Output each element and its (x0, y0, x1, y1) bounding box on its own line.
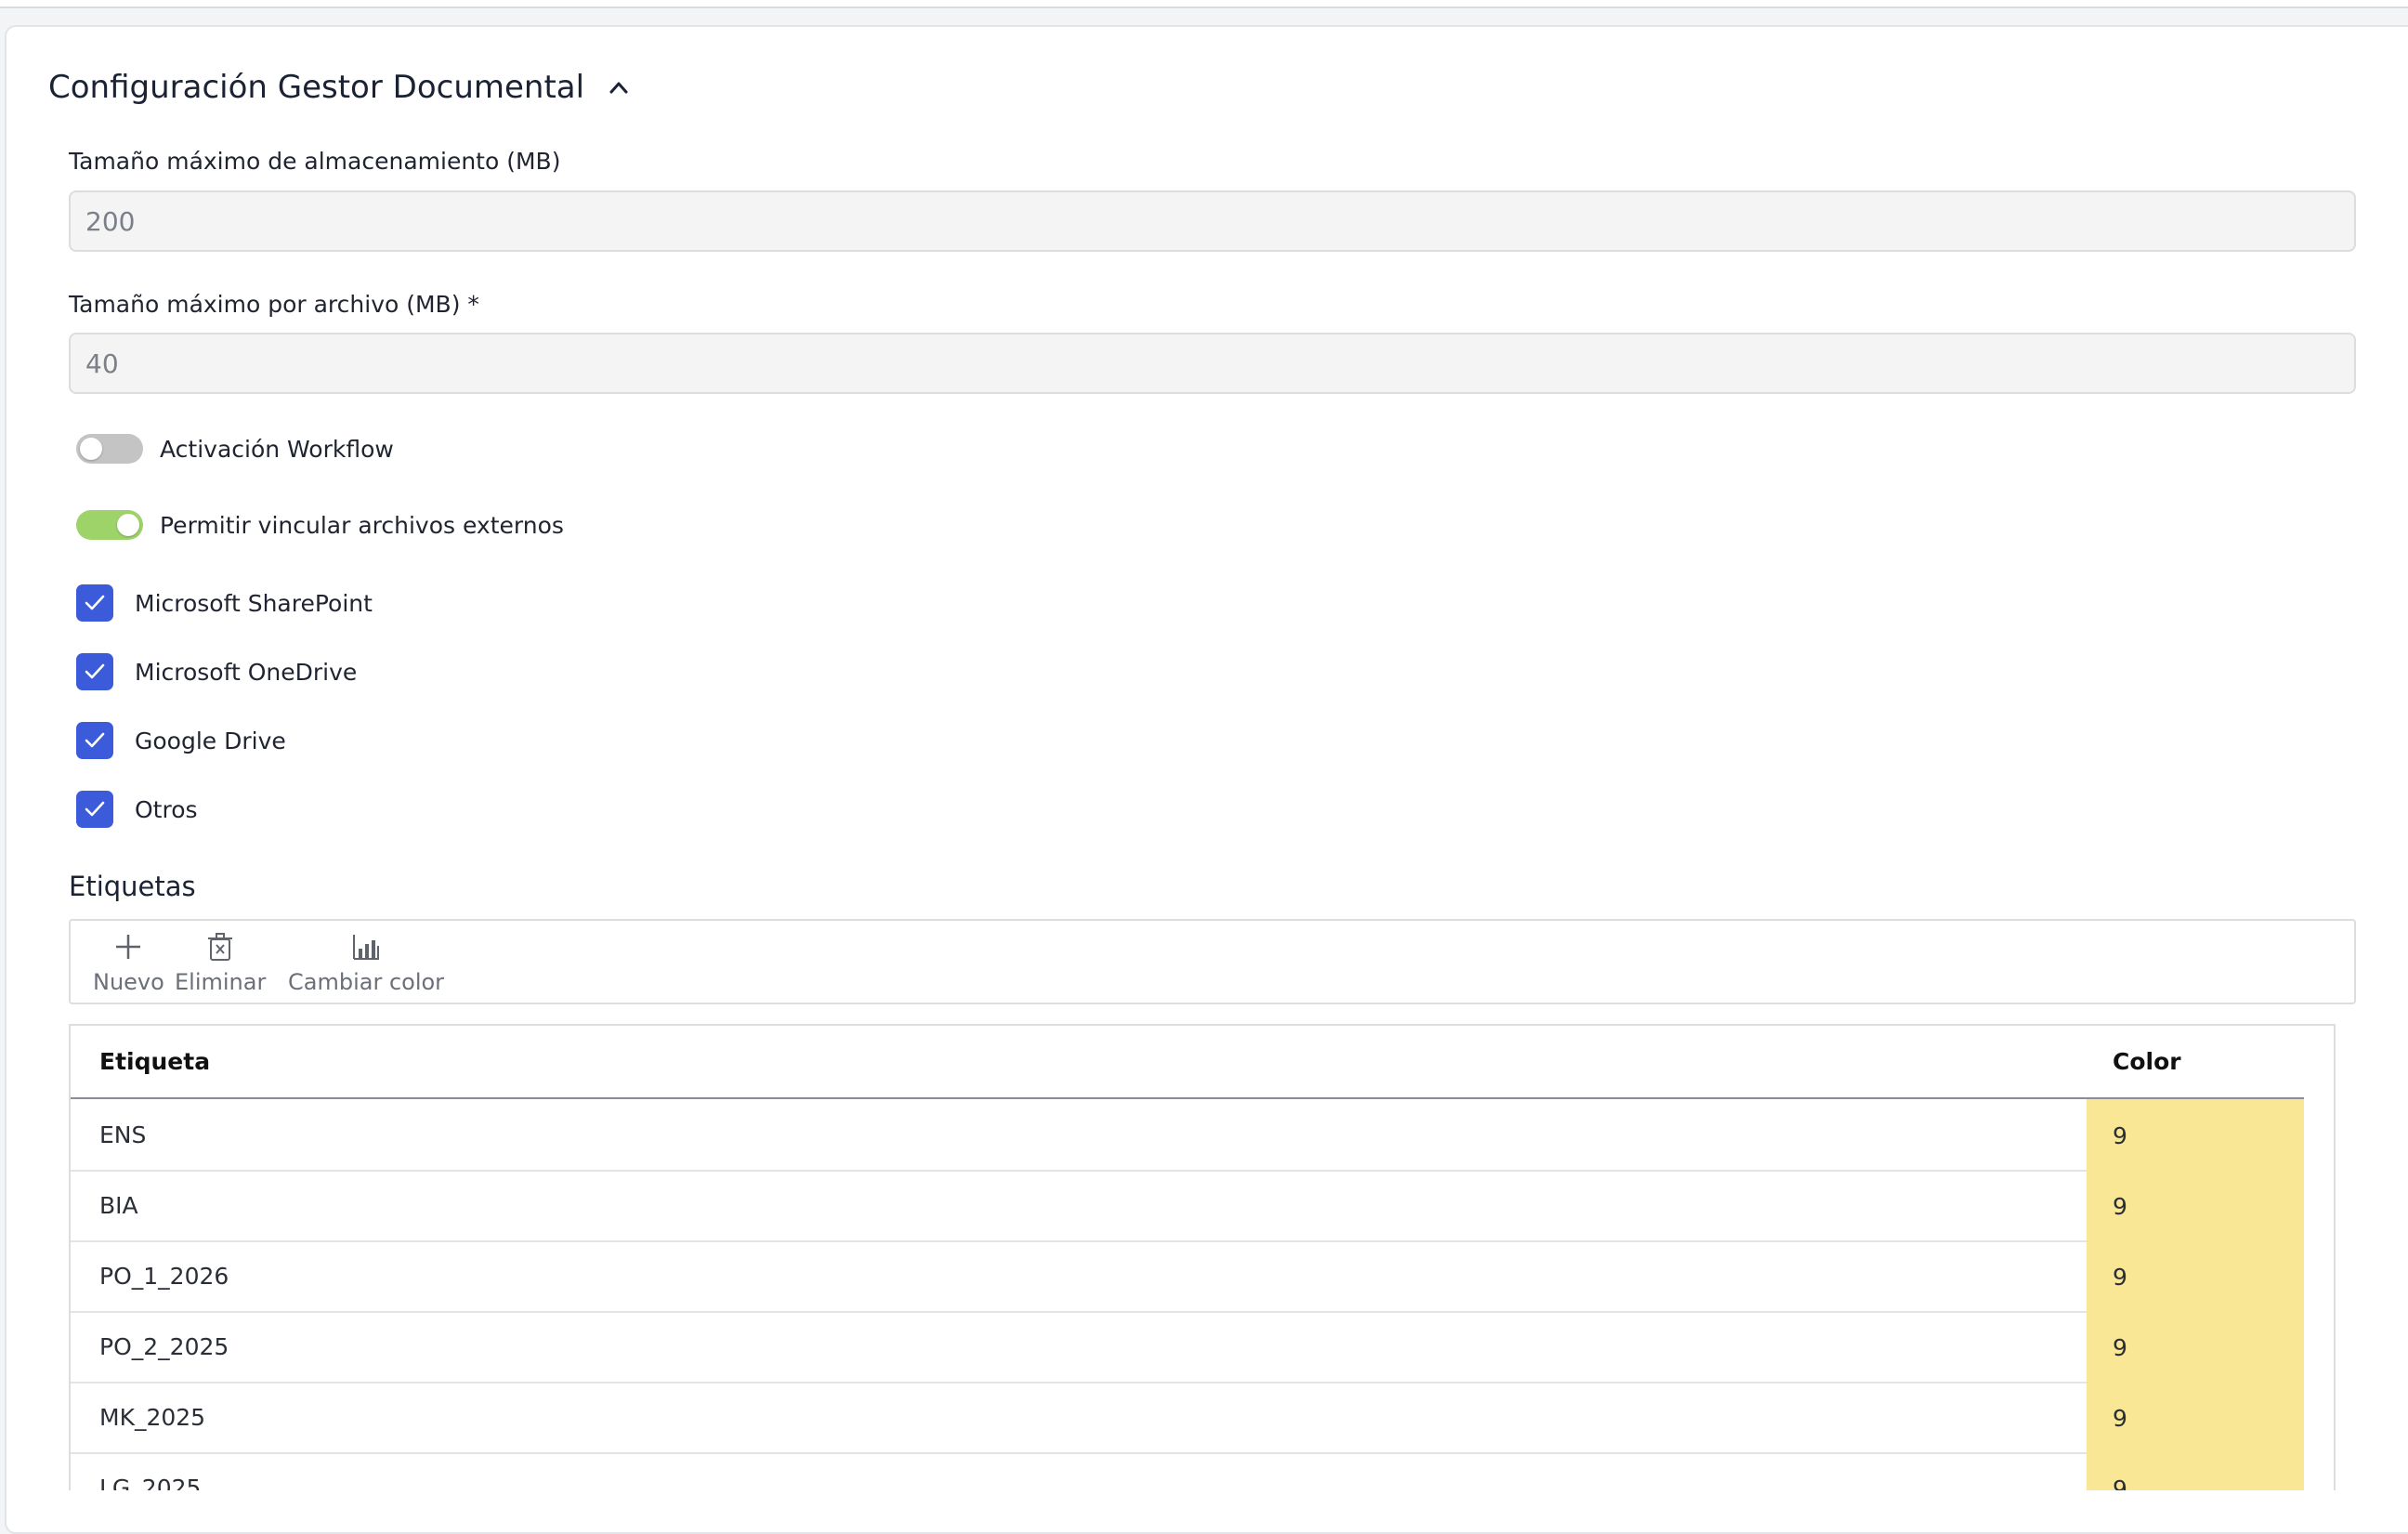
new-tag-label: Nuevo (93, 969, 164, 995)
provider-onedrive[interactable]: Microsoft OneDrive (76, 653, 357, 690)
delete-tag-label: Eliminar (175, 969, 267, 995)
color-cell: 9 (2087, 1240, 2304, 1313)
workflow-toggle-label: Activación Workflow (160, 435, 394, 463)
column-header-tag[interactable]: Etiqueta (99, 1048, 210, 1075)
checkmark-icon (85, 663, 105, 679)
tags-toolbar: Nuevo Eliminar Cambiar color (69, 919, 2356, 1004)
top-strip (0, 0, 2408, 8)
table-header: Etiqueta Color (71, 1026, 2304, 1099)
color-cell: 9 (2087, 1311, 2304, 1383)
onedrive-checkbox[interactable] (76, 653, 113, 690)
color-cell: 9 (2087, 1452, 2304, 1490)
others-checkbox[interactable] (76, 791, 113, 828)
tag-cell: LG_2025 (99, 1474, 202, 1491)
table-row[interactable]: PO_1_2026 9 (71, 1240, 2304, 1313)
table-row[interactable]: PO_2_2025 9 (71, 1311, 2304, 1383)
checkmark-icon (85, 801, 105, 817)
provider-sharepoint[interactable]: Microsoft SharePoint (76, 584, 373, 622)
table-row[interactable]: BIA 9 (71, 1170, 2304, 1242)
onedrive-label: Microsoft OneDrive (135, 658, 358, 686)
google-drive-label: Google Drive (135, 727, 286, 754)
delete-tag-button[interactable]: Eliminar (175, 928, 266, 995)
section-header[interactable]: Configuración Gestor Documental (48, 62, 629, 112)
toggle-knob (80, 438, 102, 460)
others-label: Otros (135, 795, 198, 823)
external-files-toggle[interactable] (76, 510, 143, 540)
color-cell: 9 (2087, 1382, 2304, 1454)
section-title: Configuración Gestor Documental (48, 69, 585, 106)
column-header-color[interactable]: Color (2113, 1048, 2181, 1075)
trash-icon (206, 928, 234, 965)
checkmark-icon (85, 595, 105, 610)
color-cell: 9 (2087, 1099, 2304, 1172)
workflow-toggle[interactable] (76, 434, 143, 464)
tag-cell: PO_1_2026 (99, 1262, 229, 1290)
sharepoint-label: Microsoft SharePoint (135, 589, 373, 617)
google-drive-checkbox[interactable] (76, 722, 113, 759)
sharepoint-checkbox[interactable] (76, 584, 113, 622)
provider-others[interactable]: Otros (76, 791, 198, 828)
tag-cell: BIA (99, 1191, 138, 1219)
tags-table: Etiqueta Color ENS 9 BIA 9 PO_1_2026 9 P… (69, 1024, 2336, 1490)
new-tag-button[interactable]: Nuevo (93, 928, 164, 995)
max-storage-input[interactable]: 200 (69, 190, 2356, 252)
toggle-knob (117, 514, 139, 536)
checkmark-icon (85, 732, 105, 748)
change-color-label: Cambiar color (288, 969, 445, 995)
max-storage-label: Tamaño máximo de almacenamiento (MB) (69, 148, 561, 175)
color-cell: 9 (2087, 1170, 2304, 1242)
table-row[interactable]: ENS 9 (71, 1099, 2304, 1172)
tag-cell: MK_2025 (99, 1403, 206, 1431)
table-row[interactable]: LG_2025 9 (71, 1452, 2304, 1490)
tag-cell: ENS (99, 1121, 147, 1148)
tags-title: Etiquetas (69, 871, 196, 902)
chevron-up-icon[interactable] (609, 77, 629, 98)
workflow-toggle-row: Activación Workflow (76, 434, 394, 464)
max-file-size-input[interactable]: 40 (69, 333, 2356, 394)
provider-google-drive[interactable]: Google Drive (76, 722, 286, 759)
document-manager-panel: Configuración Gestor Documental Tamaño m… (5, 25, 2408, 1534)
bar-chart-icon (351, 928, 381, 965)
tag-cell: PO_2_2025 (99, 1332, 229, 1360)
table-row[interactable]: MK_2025 9 (71, 1382, 2304, 1454)
external-files-toggle-label: Permitir vincular archivos externos (160, 511, 564, 539)
plus-icon (113, 928, 143, 965)
max-file-size-label: Tamaño máximo por archivo (MB) * (69, 291, 479, 318)
change-color-button[interactable]: Cambiar color (288, 928, 444, 995)
external-files-toggle-row: Permitir vincular archivos externos (76, 510, 564, 540)
